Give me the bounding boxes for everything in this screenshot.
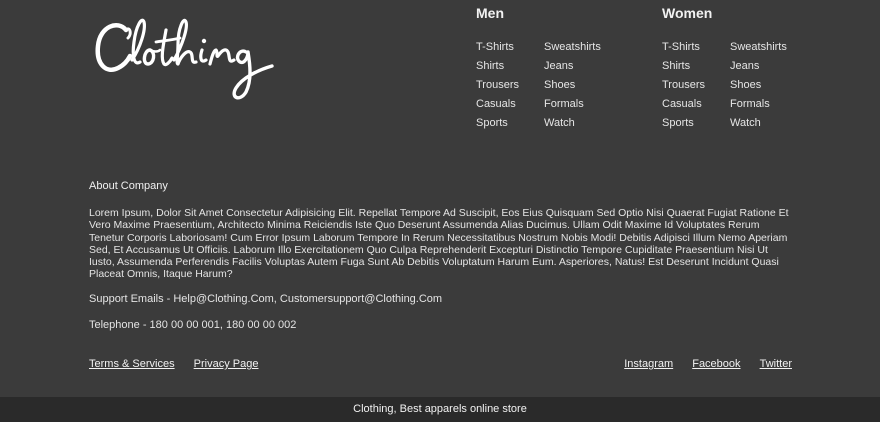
- women-category-links: T-Shirts Sweatshirts Shirts Jeans Trouse…: [662, 38, 820, 133]
- men-category-title: Men: [476, 5, 504, 21]
- footer: Men T-Shirts Sweatshirts Shirts Jeans Tr…: [0, 0, 880, 396]
- about-company-title: About Company: [89, 180, 168, 192]
- women-link-shoes[interactable]: Shoes: [730, 76, 820, 95]
- men-category-column: Men T-Shirts Sweatshirts Shirts Jeans Tr…: [476, 6, 634, 133]
- women-link-watch[interactable]: Watch: [730, 114, 820, 133]
- privacy-page-link[interactable]: Privacy Page: [194, 358, 259, 370]
- men-link-shoes[interactable]: Shoes: [544, 76, 634, 95]
- women-link-shirts[interactable]: Shirts: [662, 57, 730, 76]
- social-links: Instagram Facebook Twitter: [624, 358, 792, 371]
- women-link-formals[interactable]: Formals: [730, 95, 820, 114]
- men-link-trousers[interactable]: Trousers: [476, 76, 544, 95]
- women-link-t-shirts[interactable]: T-Shirts: [662, 38, 730, 57]
- men-link-jeans[interactable]: Jeans: [544, 57, 634, 76]
- telephone-numbers: Telephone - 180 00 00 001, 180 00 00 002: [89, 319, 297, 331]
- copyright-text: Clothing, Best apparels online store: [353, 403, 527, 415]
- men-link-formals[interactable]: Formals: [544, 95, 634, 114]
- copyright-bar: Clothing, Best apparels online store: [0, 397, 880, 422]
- men-link-watch[interactable]: Watch: [544, 114, 634, 133]
- men-link-t-shirts[interactable]: T-Shirts: [476, 38, 544, 57]
- logo-script: [95, 18, 274, 100]
- instagram-link[interactable]: Instagram: [624, 358, 673, 370]
- men-link-shirts[interactable]: Shirts: [476, 57, 544, 76]
- women-category-title: Women: [662, 5, 713, 21]
- facebook-link[interactable]: Facebook: [692, 358, 740, 370]
- women-link-jeans[interactable]: Jeans: [730, 57, 820, 76]
- men-category-links: T-Shirts Sweatshirts Shirts Jeans Trouse…: [476, 38, 634, 133]
- about-company-section: About Company Lorem Ipsum, Dolor Sit Ame…: [89, 180, 795, 281]
- clothing-logo[interactable]: [92, 8, 282, 108]
- women-link-casuals[interactable]: Casuals: [662, 95, 730, 114]
- support-emails: Support Emails - Help@Clothing.Com, Cust…: [89, 293, 443, 305]
- men-link-sports[interactable]: Sports: [476, 114, 544, 133]
- women-category-column: Women T-Shirts Sweatshirts Shirts Jeans …: [662, 6, 820, 133]
- women-link-trousers[interactable]: Trousers: [662, 76, 730, 95]
- women-link-sweatshirts[interactable]: Sweatshirts: [730, 38, 820, 57]
- terms-services-link[interactable]: Terms & Services: [89, 358, 175, 370]
- about-company-text: Lorem Ipsum, Dolor Sit Amet Consectetur …: [89, 207, 789, 281]
- men-link-casuals[interactable]: Casuals: [476, 95, 544, 114]
- twitter-link[interactable]: Twitter: [760, 358, 792, 370]
- legal-links: Terms & Services Privacy Page: [89, 358, 258, 371]
- women-link-sports[interactable]: Sports: [662, 114, 730, 133]
- men-link-sweatshirts[interactable]: Sweatshirts: [544, 38, 634, 57]
